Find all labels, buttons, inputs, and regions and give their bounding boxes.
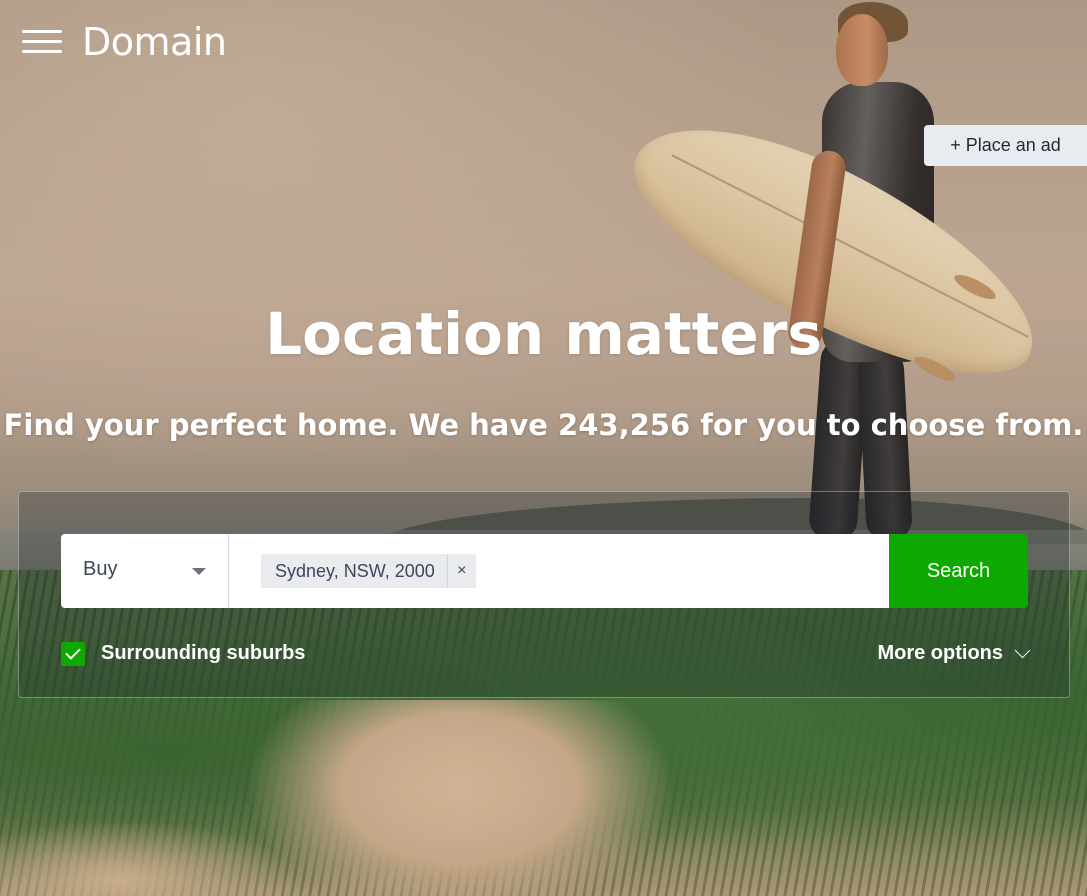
more-options-toggle[interactable]: More options [877, 642, 1031, 665]
hero-section: Domain + Place an ad Location matters Fi… [0, 0, 1087, 896]
location-chip: Sydney, NSW, 2000 × [261, 554, 476, 588]
location-search-input[interactable]: Sydney, NSW, 2000 × [229, 534, 889, 608]
caret-down-icon [192, 568, 206, 575]
hamburger-menu-icon[interactable] [22, 30, 62, 56]
listing-type-select[interactable]: Buy [61, 534, 229, 608]
more-options-label: More options [877, 642, 1003, 664]
domain-logo[interactable]: Domain [82, 20, 227, 64]
search-button[interactable]: Search [889, 534, 1028, 608]
place-an-ad-button[interactable]: + Place an ad [924, 125, 1087, 166]
search-panel: Buy Sydney, NSW, 2000 × Search Surroundi… [18, 491, 1070, 698]
location-chip-label: Sydney, NSW, 2000 [275, 561, 435, 581]
search-bar: Buy Sydney, NSW, 2000 × Search [61, 534, 1028, 608]
hero-headline: Location matters [265, 300, 822, 368]
close-icon[interactable]: × [446, 554, 476, 588]
surrounding-suburbs-checkbox[interactable] [61, 642, 85, 666]
search-options-row: Surrounding suburbs More options [61, 640, 1031, 670]
hero-subline: Find your perfect home. We have 243,256 … [3, 408, 1084, 442]
listing-type-value: Buy [83, 558, 118, 580]
surrounding-suburbs-label[interactable]: Surrounding suburbs [101, 642, 305, 665]
site-header: Domain [0, 0, 1087, 90]
chevron-down-icon [1014, 642, 1031, 659]
